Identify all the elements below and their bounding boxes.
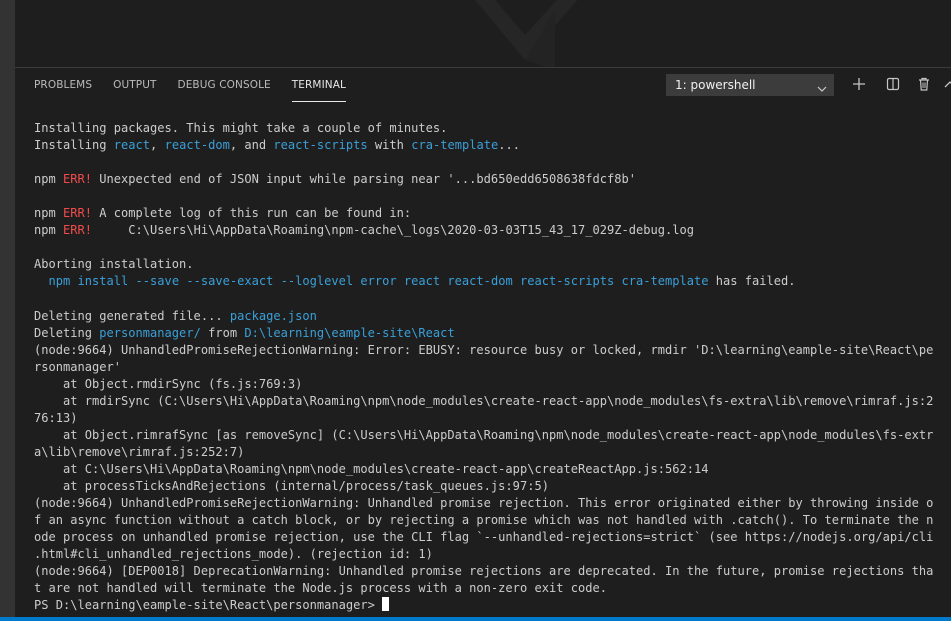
terminal-line: PS D:\learning\eample-site\React\personm… bbox=[34, 597, 947, 614]
terminal-text: package.json bbox=[229, 308, 317, 323]
terminal-line: npm ERR! A complete log of this run can … bbox=[34, 205, 947, 222]
terminal-text: cra-template bbox=[411, 138, 499, 153]
terminal-text: Installing bbox=[34, 138, 114, 153]
terminal-text: ... bbox=[498, 138, 521, 153]
terminal-line: npm install --save --save-exact --loglev… bbox=[34, 273, 947, 290]
chevron-up-icon[interactable] bbox=[942, 76, 951, 92]
terminal-line: Aborting installation. bbox=[34, 256, 947, 273]
terminal-text: at Object.rimrafSync [as removeSync] (C:… bbox=[34, 427, 934, 442]
terminal-cursor bbox=[382, 597, 390, 612]
terminal-text: f an async function without a catch bloc… bbox=[34, 513, 934, 528]
terminal-text: with bbox=[367, 138, 412, 153]
terminal-text: Unexpected end of JSON input while parsi… bbox=[92, 172, 636, 187]
terminal-line: a\lib\remove\rimraf.js:252:7) bbox=[34, 444, 947, 461]
terminal-text: at C:\Users\Hi\AppData\Roaming\npm\node_… bbox=[34, 461, 709, 476]
terminal-text: 76:13) bbox=[34, 410, 78, 425]
terminal-line: npm ERR! C:\Users\Hi\AppData\Roaming\npm… bbox=[34, 222, 947, 239]
terminal-text: ERR! bbox=[63, 172, 93, 187]
terminal-line: ode process on unhandled promise rejecti… bbox=[34, 529, 947, 546]
terminal-text: , bbox=[150, 138, 165, 153]
terminal-text: Aborting installation. bbox=[34, 257, 194, 272]
panel-tabs: PROBLEMS OUTPUT DEBUG CONSOLE TERMINAL bbox=[34, 78, 367, 102]
tab-debug-console[interactable]: DEBUG CONSOLE bbox=[178, 78, 271, 101]
terminal-text: from bbox=[200, 325, 245, 340]
tab-terminal[interactable]: TERMINAL bbox=[291, 78, 346, 102]
trash-icon[interactable] bbox=[916, 76, 932, 92]
terminal-line: 76:13) bbox=[34, 410, 947, 427]
terminal-text: personmanager/ bbox=[99, 325, 201, 340]
terminal-line: npm ERR! Unexpected end of JSON input wh… bbox=[34, 171, 947, 188]
terminal-text: at rmdirSync (C:\Users\Hi\AppData\Roamin… bbox=[34, 393, 934, 408]
terminal-line: Installing react, react-dom, and react-s… bbox=[34, 137, 947, 154]
split-icon[interactable] bbox=[885, 76, 901, 92]
terminal-select-value: 1: powershell bbox=[675, 78, 756, 92]
terminal-text: ERR! bbox=[63, 206, 93, 221]
terminal-text: at Object.rmdirSync (fs.js:769:3) bbox=[34, 376, 303, 391]
terminal-text: has failed. bbox=[708, 274, 796, 289]
terminal-line: Deleting personmanager/ from D:\learning… bbox=[34, 325, 947, 342]
terminal-line: Installing packages. This might take a c… bbox=[34, 120, 947, 137]
terminal-text: ERR! bbox=[63, 223, 93, 238]
terminal-line: (node:9664) [DEP0018] DeprecationWarning… bbox=[34, 563, 947, 580]
terminal-text: react bbox=[113, 138, 151, 153]
terminal-text: npm bbox=[34, 206, 64, 221]
terminal-text: react-dom bbox=[164, 138, 230, 153]
status-bar bbox=[0, 617, 951, 621]
chevron-down-icon bbox=[817, 80, 827, 100]
terminal-text: npm install --save --save-exact --loglev… bbox=[48, 274, 709, 289]
terminal-text: C:\Users\Hi\AppData\Roaming\npm-cache\_l… bbox=[92, 223, 695, 238]
terminal-text: , and bbox=[229, 138, 274, 153]
terminal-line: .html#cli_unhandled_rejections_mode). (r… bbox=[34, 546, 947, 563]
terminal-text: at processTicksAndRejections (internal/p… bbox=[34, 478, 549, 493]
terminal-text: ode process on unhandled promise rejecti… bbox=[34, 530, 934, 545]
terminal-text: rsonmanager' bbox=[34, 359, 122, 374]
terminal-text: npm bbox=[34, 172, 64, 187]
terminal-line: at C:\Users\Hi\AppData\Roaming\npm\node_… bbox=[34, 461, 947, 478]
terminal-select[interactable]: 1: powershell bbox=[666, 74, 834, 96]
terminal-line: (node:9664) UnhandledPromiseRejectionWar… bbox=[34, 342, 947, 359]
terminal-text: Deleting generated file... bbox=[34, 308, 230, 323]
terminal-line: at Object.rmdirSync (fs.js:769:3) bbox=[34, 376, 947, 393]
terminal-line: at rmdirSync (C:\Users\Hi\AppData\Roamin… bbox=[34, 393, 947, 410]
terminal-text: (node:9664) [DEP0018] DeprecationWarning… bbox=[34, 564, 934, 579]
terminal-text: react-scripts bbox=[273, 138, 368, 153]
terminal-text: a\lib\remove\rimraf.js:252:7) bbox=[34, 444, 245, 459]
terminal-text: (node:9664) UnhandledPromiseRejectionWar… bbox=[34, 496, 934, 511]
terminal-line: f an async function without a catch bloc… bbox=[34, 512, 947, 529]
terminal-text: A complete log of this run can be found … bbox=[92, 206, 412, 221]
terminal-line: at processTicksAndRejections (internal/p… bbox=[34, 478, 947, 495]
terminal-text: t are not handled will terminate the Nod… bbox=[34, 581, 607, 596]
vscode-logo-watermark bbox=[465, 0, 605, 67]
terminal-line: rsonmanager' bbox=[34, 359, 947, 376]
tab-output[interactable]: OUTPUT bbox=[113, 78, 156, 101]
terminal-text: Deleting bbox=[34, 325, 100, 340]
terminal-text: (node:9664) UnhandledPromiseRejectionWar… bbox=[34, 342, 934, 357]
terminal-text: npm bbox=[34, 223, 64, 238]
editor-area bbox=[15, 0, 951, 67]
activity-bar bbox=[0, 0, 15, 621]
terminal-text: D:\learning\eample-site\React bbox=[244, 325, 455, 340]
terminal-line: Deleting generated file... package.json bbox=[34, 308, 947, 325]
terminal-output[interactable]: Installing packages. This might take a c… bbox=[34, 120, 947, 614]
terminal-text: .html#cli_unhandled_rejections_mode). (r… bbox=[34, 547, 433, 562]
tab-problems[interactable]: PROBLEMS bbox=[34, 78, 92, 101]
terminal-line: at Object.rimrafSync [as removeSync] (C:… bbox=[34, 427, 947, 444]
terminal-line: (node:9664) UnhandledPromiseRejectionWar… bbox=[34, 495, 947, 512]
terminal-line: t are not handled will terminate the Nod… bbox=[34, 580, 947, 597]
terminal-text: PS D:\learning\eample-site\React\personm… bbox=[34, 598, 383, 613]
plus-icon[interactable] bbox=[851, 76, 867, 92]
terminal-text: Installing packages. This might take a c… bbox=[34, 121, 448, 135]
